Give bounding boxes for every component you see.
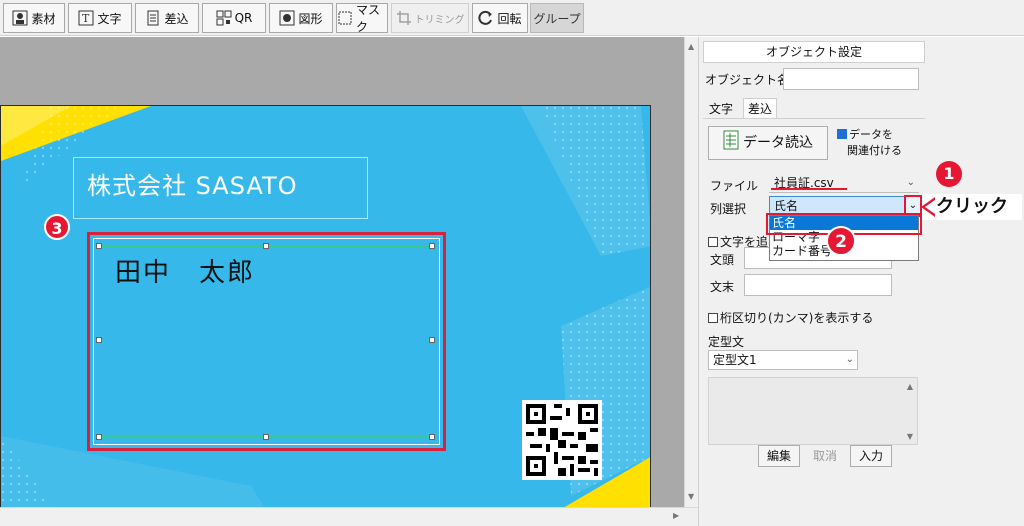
tab-divider [703,118,925,119]
mask-icon [337,10,353,26]
checkbox-checked-icon[interactable] [837,129,847,139]
qr-button[interactable]: QR [202,3,266,33]
resize-handle-bl[interactable] [96,434,102,440]
cancel-button[interactable]: 取消 [804,445,846,467]
chevron-down-icon: ⌄ [908,200,918,211]
resize-handle-tl[interactable] [96,243,102,249]
svg-text:T: T [82,12,90,25]
template-label: 定型文 [708,335,745,349]
person-image-icon [12,10,28,26]
crop-icon [396,10,412,26]
file-select[interactable]: 社員証.csv ⌄ [769,173,919,193]
chevron-down-icon: ⌄ [906,177,915,188]
chevron-down-icon: ⌄ [845,354,854,365]
rotate-button[interactable]: 回転 [472,3,528,33]
step-marker-1: 1 [936,161,962,187]
toolbar: 素材 T 文字 差込 QR 図形 マスク トリミング 回転 グループ [0,0,1024,36]
suffix-input[interactable] [744,274,892,296]
resize-handle-ml[interactable] [96,337,102,343]
comma-checkbox[interactable]: 桁区切り(カンマ)を表示する [708,309,873,326]
input-button[interactable]: 入力 [850,445,892,467]
scroll-up-icon[interactable]: ▲ [907,382,913,391]
scroll-down-icon[interactable]: ▼ [688,492,694,501]
scroll-down-icon[interactable]: ▼ [907,432,913,441]
link-data-checkbox[interactable]: データを [837,126,893,142]
template-textarea[interactable]: ▲ ▼ [708,377,918,445]
object-name-label: オブジェクト名 [705,73,790,87]
file-label: ファイル [710,179,759,193]
spreadsheet-icon [145,10,161,26]
link-data-label: 関連付ける [847,144,902,157]
horizontal-scrollbar[interactable]: ▶ [0,507,698,526]
qr-code-image[interactable] [522,400,602,480]
tab-merge[interactable]: 差込 [743,98,778,118]
prefix-label: 文頭 [710,253,735,267]
step-marker-2: 2 [826,226,856,256]
checkbox-unchecked-icon[interactable] [708,237,718,247]
shape-button[interactable]: 図形 [269,3,333,33]
scroll-up-icon[interactable]: ▲ [688,42,694,51]
spreadsheet-icon [723,130,739,156]
qr-icon [216,10,232,26]
object-name-input[interactable] [783,68,919,90]
scroll-right-icon[interactable]: ▶ [673,511,679,520]
id-card-canvas: 株式会社 SASATO 田中 太郎 [0,105,651,517]
tab-text[interactable]: 文字 [705,99,737,119]
click-callout: クリック [921,194,1022,220]
file-select-border [769,192,919,193]
column-select-label: 列選択 [710,202,747,216]
object-settings-panel: オブジェクト設定 オブジェクト名 文字 差込 データ読込 データを 関連付ける … [698,37,1024,526]
company-name-text[interactable]: 株式会社 SASATO [87,166,298,201]
step-marker-3: 3 [44,214,70,240]
material-button[interactable]: 素材 [3,3,65,33]
vertical-scrollbar[interactable]: ▲ ▼ [684,37,698,507]
file-underline-highlight [771,188,847,190]
checkbox-unchecked-icon[interactable] [708,313,718,323]
resize-handle-tr[interactable] [429,243,435,249]
canvas-workspace: 株式会社 SASATO 田中 太郎 3 [0,37,684,517]
template-select[interactable]: 定型文1 ⌄ [708,350,858,370]
text-button[interactable]: T 文字 [68,3,132,33]
group-button[interactable]: グループ [530,3,584,33]
resize-handle-tc[interactable] [263,243,269,249]
rotate-icon [478,10,494,26]
edit-button[interactable]: 編集 [758,445,800,467]
merge-button[interactable]: 差込 [135,3,199,33]
read-data-button[interactable]: データ読込 [708,126,828,160]
resize-handle-br[interactable] [429,434,435,440]
trim-button[interactable]: トリミング [391,3,469,33]
mask-button[interactable]: マスク [336,3,388,34]
text-box-icon: T [78,10,94,26]
resize-handle-mr[interactable] [429,337,435,343]
employee-name-text[interactable]: 田中 太郎 [115,252,255,289]
callout-pointer-icon [921,197,935,217]
resize-handle-bc[interactable] [263,434,269,440]
panel-title: オブジェクト設定 [703,41,925,63]
shape-icon [279,10,295,26]
suffix-label: 文末 [710,280,735,294]
